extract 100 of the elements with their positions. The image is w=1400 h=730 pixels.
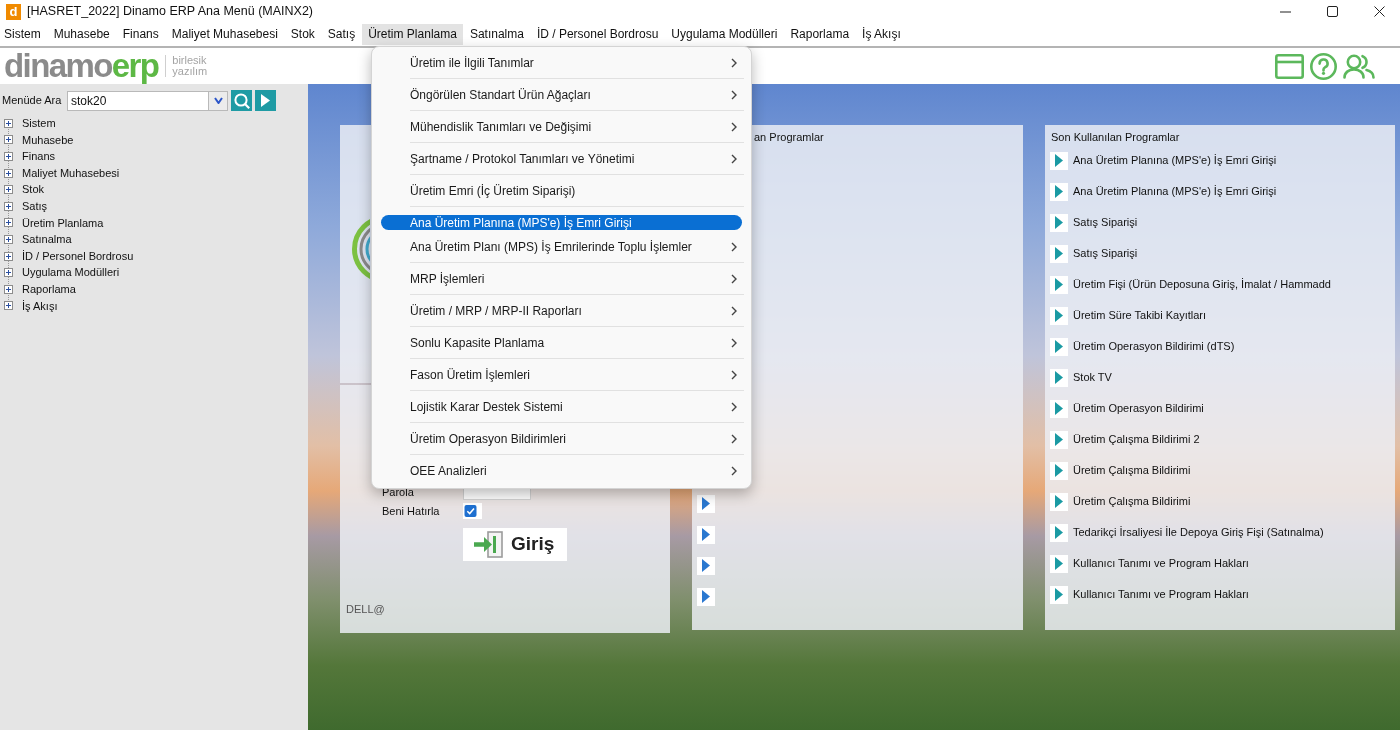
menu-bar-item[interactable]: Üretim Planlama <box>361 24 464 45</box>
launch-button[interactable] <box>1050 213 1068 232</box>
menu-item[interactable]: OEE Analizleri <box>381 455 744 487</box>
search-button[interactable] <box>231 90 252 111</box>
launch-button[interactable] <box>697 525 715 544</box>
minimize-icon <box>1279 10 1291 13</box>
play-icon <box>1055 216 1063 229</box>
menu-item[interactable]: Fason Üretim İşlemleri <box>381 359 744 391</box>
expand-icon[interactable] <box>4 118 13 128</box>
logo-tagline: birlesik yazılım <box>165 55 208 77</box>
program-link[interactable]: Üretim Fişi (Ürün Deposuna Giriş, İmalat / Hammadd <box>1073 276 1331 293</box>
launch-button[interactable] <box>1050 151 1068 170</box>
expand-icon[interactable] <box>4 168 13 178</box>
tree-item[interactable]: Sistem <box>4 115 308 132</box>
launch-button[interactable] <box>1050 523 1068 542</box>
help-icon[interactable] <box>1310 52 1337 80</box>
menu-item[interactable]: Üretim / MRP / MRP-II Raporları <box>381 295 744 327</box>
menu-bar-item[interactable]: Muhasebe <box>47 24 117 45</box>
remember-checkbox[interactable] <box>463 503 482 519</box>
launch-button[interactable] <box>1050 461 1068 480</box>
launch-button[interactable] <box>1050 244 1068 263</box>
dropdown-button[interactable] <box>208 90 228 111</box>
window-icon[interactable] <box>1275 53 1304 79</box>
play-icon <box>1055 526 1063 539</box>
menu-bar-item[interactable]: Maliyet Muhasebesi <box>165 24 285 45</box>
program-link[interactable]: Üretim Çalışma Bildirimi 2 <box>1073 431 1200 448</box>
expand-icon[interactable] <box>4 218 13 228</box>
launch-button[interactable] <box>1050 368 1068 387</box>
launch-button[interactable] <box>1050 554 1068 573</box>
expand-icon[interactable] <box>4 234 13 244</box>
search-field[interactable]: stok20 <box>67 90 208 111</box>
program-link[interactable]: Üretim Operasyon Bildirimi <box>1073 400 1204 417</box>
program-link[interactable]: Kullanıcı Tanımı ve Program Hakları <box>1073 555 1249 572</box>
tree-item[interactable]: Finans <box>4 148 308 165</box>
launch-button[interactable] <box>1050 337 1068 356</box>
menu-bar-item[interactable]: Uygulama Modülleri <box>664 24 784 45</box>
program-link[interactable]: Üretim Çalışma Bildirimi <box>1073 462 1191 479</box>
launch-button[interactable] <box>1050 306 1068 325</box>
menu-item[interactable]: Ana Üretim Planı (MPS) İş Emrilerinde Toplu İşlemler <box>381 231 744 263</box>
expand-icon[interactable] <box>4 201 13 211</box>
login-button[interactable]: Giriş <box>463 528 567 561</box>
launch-button[interactable] <box>1050 492 1068 511</box>
program-link[interactable]: Tedarikçi İrsaliyesi İle Depoya Giriş Fişi (Satınalma) <box>1073 524 1324 541</box>
program-link[interactable]: Stok TV <box>1073 369 1112 386</box>
chevron-right-icon <box>731 338 737 348</box>
expand-icon[interactable] <box>4 152 13 161</box>
tree-item[interactable]: Satınalma <box>4 231 308 248</box>
menu-item[interactable]: Ana Üretim Planına (MPS'e) İş Emri Girişi <box>381 215 742 230</box>
tree-item[interactable]: İş Akışı <box>4 297 308 315</box>
launch-button[interactable] <box>697 587 715 606</box>
launch-button[interactable] <box>1050 399 1068 418</box>
menu-bar-item[interactable]: Sistem <box>0 24 48 45</box>
program-link[interactable]: Satış Siparişi <box>1073 214 1138 231</box>
go-button[interactable] <box>255 90 276 111</box>
program-link[interactable]: Kullanıcı Tanımı ve Program Hakları <box>1073 586 1249 603</box>
tree-item[interactable]: Stok <box>4 181 308 198</box>
menu-item[interactable]: Üretim Operasyon Bildirimleri <box>381 423 744 455</box>
program-link[interactable]: Satış Siparişi <box>1073 245 1138 262</box>
menu-bar-item[interactable]: Stok <box>284 24 322 45</box>
tree-item[interactable]: Raporlama <box>4 280 308 298</box>
launch-button[interactable] <box>1050 585 1068 604</box>
menu-item[interactable]: Mühendislik Tanımları ve Değişimi <box>381 111 744 143</box>
chevron-right-icon <box>731 402 737 412</box>
program-link[interactable]: Üretim Süre Takibi Kayıtları <box>1073 307 1207 324</box>
expand-icon[interactable] <box>4 135 13 145</box>
tree-item[interactable]: Üretim Planlama <box>4 214 308 232</box>
expand-icon[interactable] <box>4 268 13 278</box>
menu-item[interactable]: Sonlu Kapasite Planlama <box>381 327 744 359</box>
expand-icon[interactable] <box>4 185 13 195</box>
menu-item[interactable]: Öngörülen Standart Ürün Ağaçları <box>381 79 744 111</box>
remember-label: Beni Hatırla <box>382 504 441 518</box>
menu-item[interactable]: Lojistik Karar Destek Sistemi <box>381 391 744 423</box>
menu-item[interactable]: MRP İşlemleri <box>381 263 744 295</box>
launch-button[interactable] <box>1050 182 1068 201</box>
tree-item[interactable]: İD / Personel Bordrosu <box>4 247 308 265</box>
menu-item[interactable]: Şartname / Protokol Tanımları ve Yönetimi <box>381 143 744 175</box>
program-link[interactable]: Üretim Çalışma Bildirimi <box>1073 493 1191 510</box>
tree-item[interactable]: Maliyet Muhasebesi <box>4 164 308 182</box>
tree-item[interactable]: Muhasebe <box>4 131 308 149</box>
menu-bar-item[interactable]: Raporlama <box>783 24 856 45</box>
program-link[interactable]: Ana Üretim Planına (MPS'e) İş Emri Girişi <box>1073 152 1277 169</box>
menu-bar-item[interactable]: Satış <box>321 24 362 45</box>
expand-icon[interactable] <box>4 301 13 311</box>
expand-icon[interactable] <box>4 284 13 294</box>
expand-icon[interactable] <box>4 251 13 261</box>
tree-item[interactable]: Satış <box>4 197 308 215</box>
launch-button[interactable] <box>697 556 715 575</box>
launch-button[interactable] <box>1050 275 1068 294</box>
menu-bar-item[interactable]: İD / Personel Bordrosu <box>530 24 665 45</box>
launch-button[interactable] <box>697 494 715 513</box>
menu-item[interactable]: Üretim Emri (İç Üretim Siparişi) <box>381 175 744 207</box>
menu-bar-item[interactable]: Finans <box>116 24 166 45</box>
menu-item[interactable]: Üretim ile İlgili Tanımlar <box>381 47 744 79</box>
menu-bar-item[interactable]: Satınalma <box>463 24 531 45</box>
launch-button[interactable] <box>1050 430 1068 449</box>
menu-bar-item[interactable]: İş Akışı <box>855 24 908 45</box>
program-link[interactable]: Üretim Operasyon Bildirimi (dTS) <box>1073 338 1235 355</box>
program-link[interactable]: Ana Üretim Planına (MPS'e) İş Emri Girişi <box>1073 183 1277 200</box>
tree-item[interactable]: Uygulama Modülleri <box>4 264 308 281</box>
users-icon[interactable] <box>1343 53 1375 79</box>
